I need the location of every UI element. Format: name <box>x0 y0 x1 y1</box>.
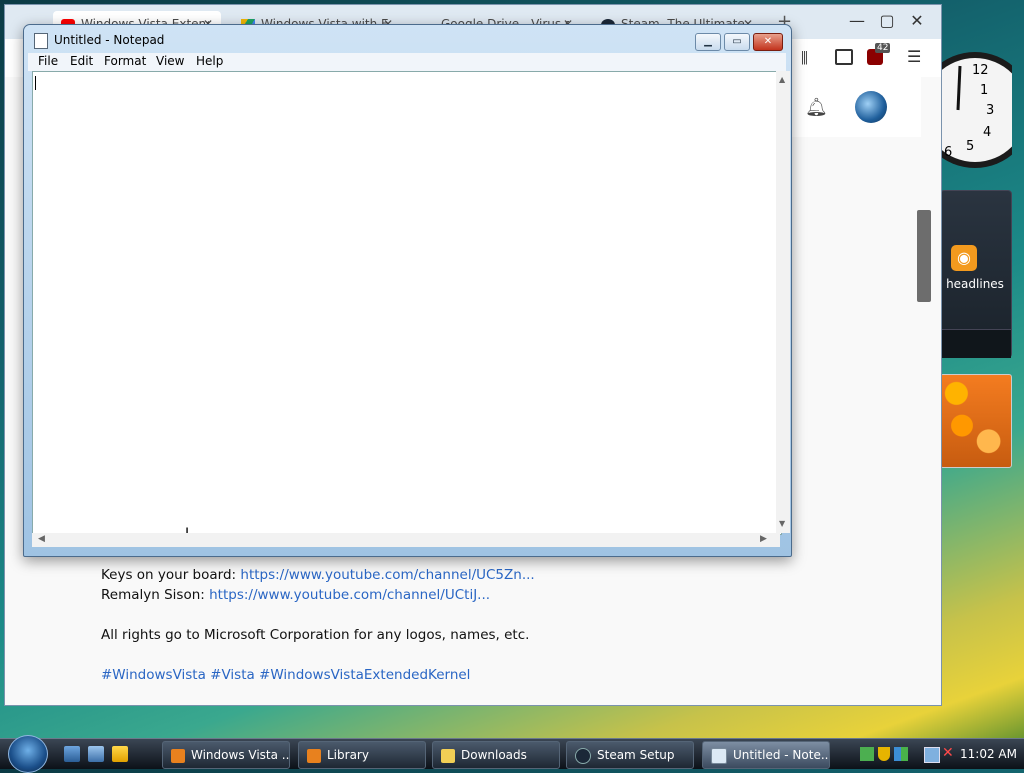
taskbar-label: Windows Vista ... <box>191 748 290 762</box>
system-tray: ✕ 11:02 AM <box>852 741 1024 767</box>
menu-icon[interactable]: ☰ <box>907 47 921 66</box>
menu-help[interactable]: Help <box>196 54 223 68</box>
sidebar-icon[interactable] <box>835 49 853 65</box>
badge-count: 42 <box>875 43 891 53</box>
taskbar-item-steam-setup[interactable]: Steam Setup <box>566 741 694 769</box>
description-line: Remalyn Sison: https://www.youtube.com/c… <box>101 587 490 603</box>
volume-muted-icon[interactable]: ✕ <box>942 745 954 761</box>
feed-headlines-gadget[interactable]: ◉ headlines <box>940 190 1012 358</box>
text-editor[interactable]: I <box>32 71 782 542</box>
svg-text:3: 3 <box>986 103 994 118</box>
firefox-icon <box>171 748 185 763</box>
close-button[interactable]: ✕ <box>753 33 783 51</box>
horizontal-scrollbar[interactable]: ◀ ▶ <box>32 533 780 547</box>
minimize-button[interactable]: ▁ <box>695 33 721 51</box>
close-button[interactable]: ✕ <box>903 9 931 33</box>
feed-label: headlines <box>946 277 1004 291</box>
clock-gadget: 12 1 3 4 5 6 <box>917 48 1024 174</box>
hashtags-link[interactable]: #WindowsVista #Vista #WindowsVistaExtend… <box>101 667 470 683</box>
maximize-button[interactable]: ▢ <box>873 9 901 33</box>
description-line: Keys on your board: https://www.youtube.… <box>101 567 535 583</box>
scroll-right-icon[interactable]: ▶ <box>760 534 767 544</box>
menu-file[interactable]: File <box>38 54 58 68</box>
media-player-icon[interactable] <box>112 746 128 762</box>
page-scrollbar[interactable] <box>917 210 931 302</box>
folder-icon <box>441 748 455 763</box>
menu-bar: File Edit Format View Help <box>28 53 786 71</box>
description-text: Keys on your board: <box>101 567 241 583</box>
text-caret <box>35 76 36 90</box>
taskbar-label: Steam Setup <box>597 748 675 762</box>
show-desktop-icon[interactable] <box>64 746 80 762</box>
defender-icon[interactable] <box>878 747 890 761</box>
description-text: Remalyn Sison: <box>101 587 210 603</box>
notepad-icon <box>34 33 48 49</box>
taskbar-clock[interactable]: 11:02 AM <box>960 741 1017 767</box>
svg-text:6: 6 <box>944 145 952 160</box>
notifications-icon[interactable]: 🔔︎ <box>805 97 828 118</box>
channel-link[interactable]: https://www.youtube.com/channel/UCtiJ... <box>209 587 490 603</box>
switch-windows-icon[interactable] <box>88 746 104 762</box>
slideshow-gadget[interactable] <box>940 374 1012 468</box>
window-title: Untitled - Notepad <box>54 33 165 47</box>
vertical-scrollbar[interactable]: ▲ ▼ <box>776 71 790 533</box>
scroll-left-icon[interactable]: ◀ <box>38 534 45 544</box>
taskbar-item-library[interactable]: Library <box>298 741 426 769</box>
channel-link[interactable]: https://www.youtube.com/channel/UC5Zn... <box>240 567 534 583</box>
avatar[interactable] <box>855 91 887 123</box>
start-button[interactable] <box>8 735 48 773</box>
feed-footer <box>941 329 1011 358</box>
library-icon[interactable]: ⫼ <box>801 49 808 67</box>
svg-text:4: 4 <box>983 125 991 140</box>
svg-text:12: 12 <box>972 63 989 78</box>
yt-header-actions: 🔔︎ <box>785 77 921 137</box>
rss-icon: ◉ <box>951 245 977 271</box>
svg-text:5: 5 <box>966 139 974 154</box>
minimize-button[interactable]: — <box>843 9 871 33</box>
menu-format[interactable]: Format <box>104 54 146 68</box>
taskbar-label: Downloads <box>461 748 527 762</box>
menu-view[interactable]: View <box>156 54 184 68</box>
menu-edit[interactable]: Edit <box>70 54 93 68</box>
taskbar-item-notepad[interactable]: Untitled - Note... <box>702 741 830 769</box>
tray-app-icon[interactable] <box>860 747 874 761</box>
scroll-down-icon[interactable]: ▼ <box>779 519 785 528</box>
taskbar-item-downloads[interactable]: Downloads <box>432 741 560 769</box>
notepad-window: Untitled - Notepad ▁ ▭ ✕ File Edit Forma… <box>23 24 792 557</box>
maximize-button[interactable]: ▭ <box>724 33 750 51</box>
network-icon[interactable] <box>924 747 940 763</box>
rights-text: All rights go to Microsoft Corporation f… <box>101 627 530 643</box>
steam-icon <box>575 747 591 764</box>
security-center-icon[interactable] <box>894 747 908 761</box>
taskbar-item-firefox[interactable]: Windows Vista ... <box>162 741 290 769</box>
taskbar-label: Library <box>327 748 369 762</box>
scroll-up-icon[interactable]: ▲ <box>779 75 785 84</box>
taskbar: Windows Vista ... Library Downloads Stea… <box>0 735 1024 773</box>
notepad-icon <box>711 747 727 764</box>
svg-text:1: 1 <box>980 83 988 98</box>
taskbar-label: Untitled - Note... <box>733 748 830 762</box>
firefox-icon <box>307 748 321 763</box>
